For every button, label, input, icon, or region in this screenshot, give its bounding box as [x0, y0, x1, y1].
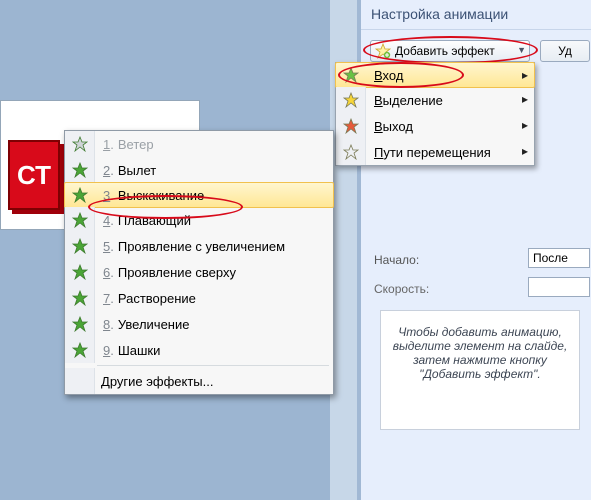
effect-number: 4.: [103, 213, 114, 228]
star-effect-icon: [65, 337, 95, 363]
submenu-arrow-icon: ▸: [522, 68, 528, 82]
effect-other-label: Другие эффекты...: [101, 374, 213, 389]
star-effect-icon: [65, 157, 95, 183]
add-effect-button[interactable]: Добавить эффект ▼: [370, 40, 530, 62]
effect-label: Увеличение: [118, 317, 190, 332]
speed-label: Скорость:: [374, 282, 429, 296]
effect-item-4[interactable]: 4. Плавающий: [65, 207, 333, 233]
category-item-Выделение[interactable]: Выделение ▸: [336, 87, 534, 113]
effect-number: 6.: [103, 265, 114, 280]
star-effect-icon: [65, 259, 95, 285]
submenu-arrow-icon: ▸: [522, 118, 528, 132]
submenu-arrow-icon: ▸: [522, 144, 528, 158]
star-effect-icon: [65, 183, 95, 207]
start-field[interactable]: После: [528, 248, 590, 268]
effect-item-8[interactable]: 8. Увеличение: [65, 311, 333, 337]
effect-number: 1.: [103, 137, 114, 152]
star-effect-icon: [65, 131, 95, 157]
start-label: Начало:: [374, 253, 419, 267]
hint-text: Чтобы добавить анимацию, выделите элемен…: [380, 310, 580, 430]
speed-field[interactable]: [528, 277, 590, 297]
category-item-Пути перемещения[interactable]: Пути перемещения ▸: [336, 139, 534, 165]
effects-submenu: 1. Ветер 2. Вылет 3. Выскакивание 4. Плавающий 5…: [64, 130, 334, 395]
effect-number: 2.: [103, 163, 114, 178]
star-green-icon: [336, 63, 366, 87]
effect-label: Проявление с увеличением: [118, 239, 285, 254]
effect-label: Растворение: [118, 291, 196, 306]
effect-label: Шашки: [118, 343, 161, 358]
category-item-Выход[interactable]: Выход ▸: [336, 113, 534, 139]
effect-item-6[interactable]: 6. Проявление сверху: [65, 259, 333, 285]
effect-number: 9.: [103, 343, 114, 358]
dropdown-caret-icon: ▼: [517, 45, 526, 55]
star-add-icon: [375, 43, 391, 59]
effect-item-9[interactable]: 9. Шашки: [65, 337, 333, 363]
effect-label: Ветер: [118, 137, 154, 152]
star-effect-icon: [65, 233, 95, 259]
star-outline-icon: [336, 139, 366, 165]
effect-item-3[interactable]: 3. Выскакивание: [64, 182, 334, 208]
slide-red-title-box[interactable]: СТ: [8, 140, 60, 210]
star-yellow-icon: [336, 87, 366, 113]
effect-label: Выскакивание: [118, 188, 204, 203]
effect-label: Вылет: [118, 163, 156, 178]
category-label: Выделение: [366, 93, 443, 108]
star-effect-icon: [65, 311, 95, 337]
effect-number: 8.: [103, 317, 114, 332]
effect-label: Плавающий: [118, 213, 191, 228]
category-label: Вход: [366, 68, 403, 83]
effect-number: 3.: [103, 188, 114, 203]
category-label: Выход: [366, 119, 413, 134]
menu-separator: [97, 365, 329, 366]
effect-item-1: 1. Ветер: [65, 131, 333, 157]
effect-item-7[interactable]: 7. Растворение: [65, 285, 333, 311]
remove-effect-button[interactable]: Уд: [540, 40, 590, 62]
pane-title: Настройка анимации: [361, 0, 591, 30]
submenu-arrow-icon: ▸: [522, 92, 528, 106]
effect-item-5[interactable]: 5. Проявление с увеличением: [65, 233, 333, 259]
effect-category-menu: Вход ▸ Выделение ▸ Выход ▸ Пути перемещения ▸: [335, 62, 535, 166]
effect-number: 7.: [103, 291, 114, 306]
effect-item-2[interactable]: 2. Вылет: [65, 157, 333, 183]
star-effect-icon: [65, 207, 95, 233]
category-item-Вход[interactable]: Вход ▸: [335, 62, 535, 88]
effect-number: 5.: [103, 239, 114, 254]
effect-item-other[interactable]: Другие эффекты...: [65, 368, 333, 394]
star-effect-icon: [65, 285, 95, 311]
blank-icon: [65, 368, 95, 394]
add-effect-label: Добавить эффект: [395, 44, 495, 58]
effect-label: Проявление сверху: [118, 265, 236, 280]
category-label: Пути перемещения: [366, 145, 491, 160]
star-red-icon: [336, 113, 366, 139]
